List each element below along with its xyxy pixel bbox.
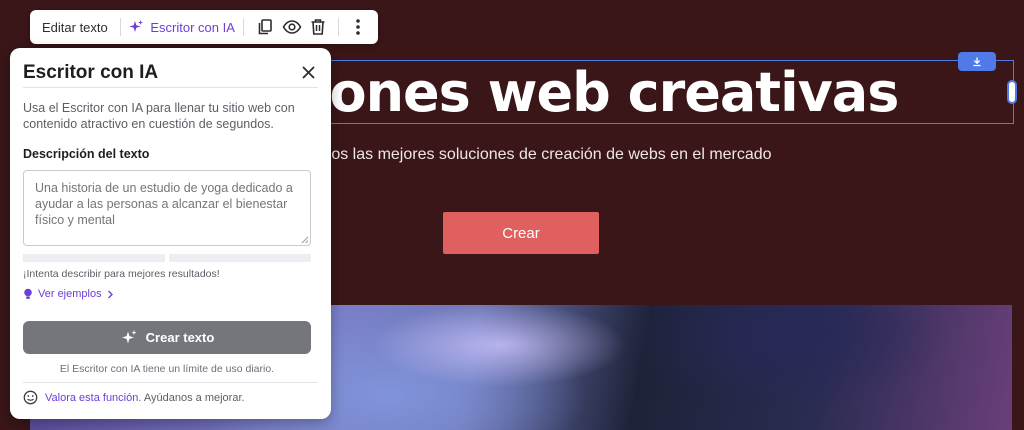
- strength-bar-segment: [23, 254, 165, 262]
- download-icon: [973, 56, 981, 66]
- panel-divider: [23, 382, 318, 383]
- feedback-text: . Ayúdanos a mejorar.: [138, 391, 245, 404]
- toolbar-divider: [119, 18, 121, 36]
- more-vertical-icon: [356, 19, 360, 35]
- edit-text-button[interactable]: Editar texto: [38, 20, 112, 35]
- close-icon: [302, 66, 314, 78]
- chevron-right-icon: [107, 290, 113, 298]
- create-text-button[interactable]: Crear texto: [23, 321, 311, 354]
- sparkle-icon: [121, 329, 137, 343]
- element-toolbar: Editar texto Escritor con IA: [30, 10, 378, 44]
- ai-writer-panel: Escritor con IA Usa el Escritor con IA p…: [10, 48, 331, 419]
- close-button[interactable]: [299, 63, 317, 81]
- see-examples-link[interactable]: Ver ejemplos: [23, 288, 114, 300]
- resize-handle[interactable]: [1007, 80, 1017, 104]
- rate-feature-link[interactable]: Valora esta función: [45, 392, 138, 404]
- lightbulb-icon: [24, 288, 32, 299]
- field-label: Descripción del texto: [23, 147, 150, 161]
- more-options-button[interactable]: [350, 14, 366, 40]
- see-examples-label: Ver ejemplos: [38, 288, 102, 300]
- create-cta-button[interactable]: Crear: [443, 212, 599, 254]
- sparkle-icon: [129, 20, 144, 32]
- daily-limit-note: El Escritor con IA tiene un límite de us…: [59, 363, 275, 375]
- strength-bar-segment: [169, 254, 311, 262]
- panel-description: Usa el Escritor con IA para llenar tu si…: [23, 101, 295, 131]
- hint-text: ¡Intenta describir para mejores resultad…: [23, 268, 220, 280]
- hero-subtitle: mos las mejores soluciones de creación d…: [318, 146, 772, 163]
- create-text-label: Crear texto: [145, 330, 215, 345]
- delete-button[interactable]: [310, 14, 326, 40]
- duplicate-icon: [258, 19, 272, 35]
- panel-divider: [23, 87, 318, 88]
- toolbar-divider: [242, 18, 244, 36]
- download-chip[interactable]: [958, 52, 996, 71]
- preview-button[interactable]: [282, 14, 302, 40]
- smiley-icon: [23, 390, 38, 405]
- description-textarea[interactable]: [23, 170, 311, 246]
- trash-icon: [311, 19, 325, 35]
- duplicate-button[interactable]: [256, 14, 274, 40]
- ai-writer-button[interactable]: Escritor con IA: [128, 19, 235, 35]
- panel-title: Escritor con IA: [23, 62, 159, 83]
- toolbar-divider: [337, 18, 339, 36]
- ai-writer-label: Escritor con IA: [150, 19, 235, 35]
- eye-icon: [282, 20, 301, 34]
- feedback-row: Valora esta función. Ayúdanos a mejorar.: [23, 390, 245, 405]
- resize-grip-icon: [301, 236, 309, 244]
